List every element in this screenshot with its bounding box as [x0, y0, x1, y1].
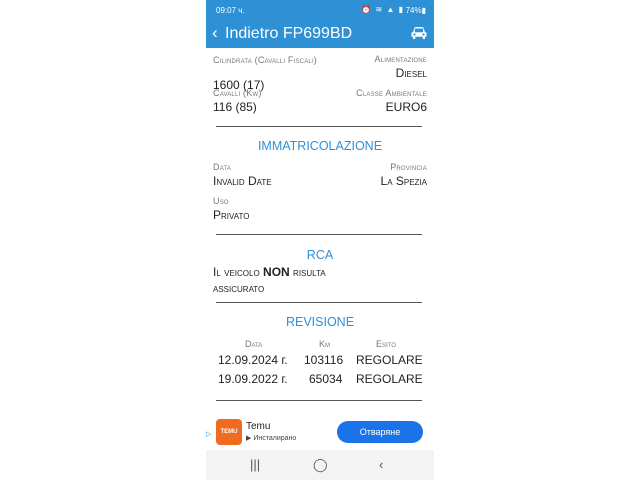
system-nav-bar: ||| ◯ ‹ [206, 450, 434, 480]
revisione-row-esito: REGOLARE [356, 353, 423, 367]
revisione-row-date: 19.09.2022 г. [218, 372, 288, 386]
revisione-title: REVISIONE [285, 315, 355, 329]
immatricolazione-title: IMMATRICOLAZIONE [257, 139, 383, 153]
ad-banner[interactable]: ▷ TEMU Temu ▶ Инсталирано Отваряне [206, 414, 434, 450]
status-bar: 09:07 ч. ⏰ ≋ ▲ ▮ 74%▮ [206, 0, 434, 20]
revisione-header-data: Data [245, 339, 263, 349]
classe-label: Classe Ambientale [356, 88, 427, 98]
page-title[interactable]: Indietro FP699BD [225, 25, 352, 43]
cilindrata-label: Cilindrata (Cavalli Fiscali) [213, 55, 318, 65]
revisione-row-km: 65034 [309, 372, 343, 386]
temu-app-icon[interactable]: TEMU [216, 419, 242, 445]
ad-app-status: ▶ Инсталирано [246, 435, 297, 442]
rca-text-bold: NON [263, 265, 290, 279]
uso-value: Privato [213, 208, 250, 222]
adchoices-icon[interactable]: ▷ [206, 430, 211, 438]
home-icon[interactable]: ◯ [313, 457, 328, 473]
data-label: Data [213, 162, 232, 172]
divider [216, 126, 422, 127]
alimentazione-label: Alimentazione [374, 54, 427, 64]
divider [216, 400, 422, 401]
rca-text-after: risulta [289, 265, 326, 279]
provincia-label: Provincia [390, 162, 427, 172]
recent-apps-icon[interactable]: ||| [250, 457, 260, 472]
uso-label: Uso [213, 196, 229, 206]
cavalli-value: 116 (85) [213, 100, 257, 114]
cavalli-label: Cavalli (Kw) [213, 88, 262, 98]
status-icons: ⏰ ≋ ▲ ▮ [361, 5, 404, 14]
revisione-header-esito: Esito [376, 339, 396, 349]
alimentazione-value: Diesel [395, 66, 427, 80]
rca-status-line2: assicurato [213, 281, 265, 295]
divider [216, 234, 422, 235]
status-time: 09:07 ч. [216, 6, 245, 15]
battery-indicator: 74%▮ [405, 6, 426, 15]
nav-back-icon[interactable]: ‹ [379, 457, 383, 472]
rca-text-before: Il veicolo [213, 265, 264, 279]
phone-screen: 09:07 ч. ⏰ ≋ ▲ ▮ 74%▮ ‹ Indietro FP699BD… [206, 0, 434, 480]
divider [216, 302, 422, 303]
revisione-row-esito: REGOLARE [356, 372, 423, 386]
back-icon[interactable]: ‹ [212, 23, 218, 43]
data-value: Invalid Date [213, 174, 272, 188]
rca-title: RCA [306, 248, 334, 262]
ad-open-button[interactable]: Отваряне [337, 421, 423, 443]
classe-value: EURO6 [385, 100, 427, 114]
revisione-row-km: 103116 [304, 353, 344, 367]
provincia-value: La Spezia [380, 174, 427, 188]
revisione-header-km: Km [319, 339, 331, 349]
revisione-row-date: 12.09.2024 г. [218, 353, 288, 367]
rca-status-text: Il veicolo NON risulta [213, 265, 326, 279]
car-icon[interactable] [410, 25, 428, 41]
app-bar: ‹ Indietro FP699BD [206, 20, 434, 48]
ad-app-name: Temu [246, 421, 271, 432]
